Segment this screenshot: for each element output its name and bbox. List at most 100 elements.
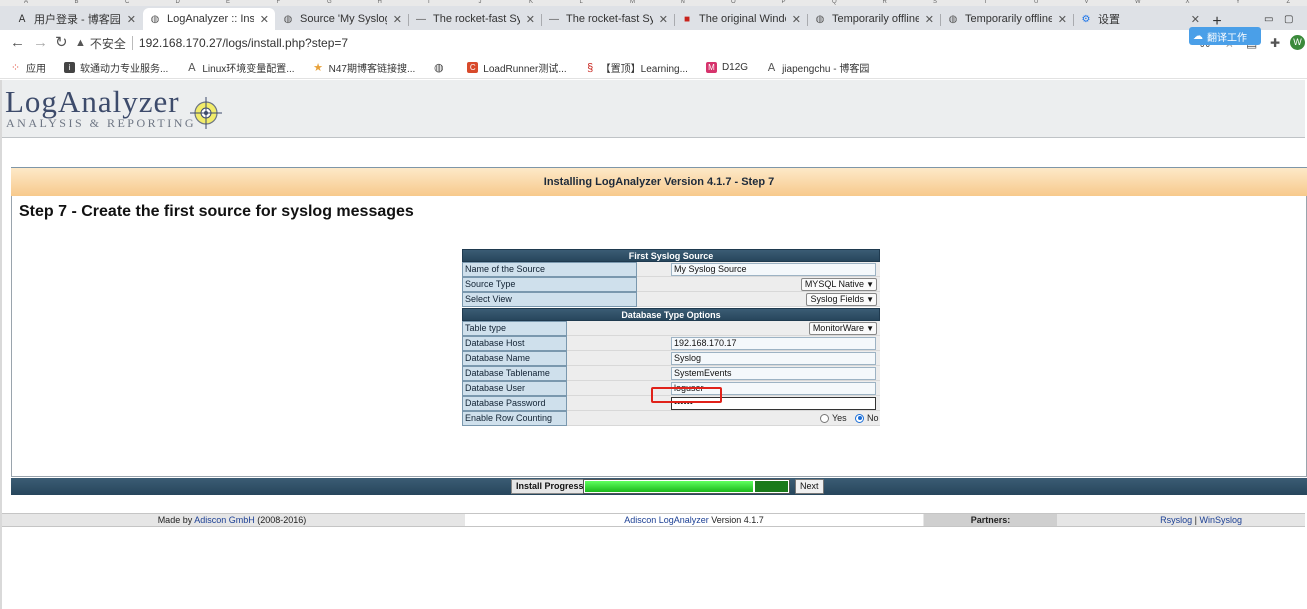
install-progress-bar: Install Progress: Next: [11, 478, 1307, 495]
text-field[interactable]: SystemEvents: [671, 367, 876, 380]
star-icon: ★: [313, 62, 324, 74]
close-icon[interactable]: ✕: [260, 13, 269, 26]
column-letter: K: [529, 0, 534, 5]
url-text: 192.168.170.27/logs/install.php?step=7: [138, 36, 349, 50]
minimize-icon[interactable]: ▭: [1264, 14, 1273, 25]
tab-title: The original Windows: [699, 13, 786, 25]
extensions-puzzle-icon[interactable]: ✚: [1270, 36, 1280, 50]
adiscon-link[interactable]: Adiscon GmbH: [194, 515, 255, 525]
bookmark-item[interactable]: C LoadRunner测试...: [467, 60, 567, 75]
forward-button[interactable]: →: [33, 35, 48, 51]
browser-tab[interactable]: — The rocket-fast Syslog ✕: [542, 8, 674, 30]
column-letter: Q: [832, 0, 837, 5]
browser-tab[interactable]: ◍ Temporarily offline fo ✕: [808, 8, 940, 30]
form-row: Source Type MYSQL Native ▼: [462, 277, 880, 292]
close-icon[interactable]: ✕: [659, 13, 668, 26]
progress-remaining: [755, 481, 788, 492]
apps-grid-icon: ⁘: [10, 62, 21, 74]
bookmark-item[interactable]: ꓮ Linux环境变量配置...: [186, 60, 295, 75]
browser-tab[interactable]: ◍ Temporarily offline fo ✕: [941, 8, 1073, 30]
text-field[interactable]: 192.168.170.17: [671, 337, 876, 350]
tab-title: 用户登录 - 博客园: [34, 14, 121, 26]
browser-tab[interactable]: — The rocket-fast Syslog ✕: [409, 8, 541, 30]
profile-avatar[interactable]: W: [1290, 35, 1305, 50]
column-letter: E: [226, 0, 231, 5]
reload-button[interactable]: ↻: [55, 35, 68, 51]
column-letter: J: [478, 0, 482, 5]
radio-circle-icon: [820, 413, 829, 423]
column-letter: I: [428, 0, 430, 5]
column-letter: D: [175, 0, 180, 5]
column-letter: X: [1185, 0, 1190, 5]
field-label: Enable Row Counting: [462, 411, 567, 426]
install-title-bar: Installing LogAnalyzer Version 4.1.7 - S…: [11, 167, 1307, 196]
close-icon[interactable]: ✕: [1058, 13, 1067, 26]
select-dropdown[interactable]: MonitorWare ▼: [808, 322, 877, 335]
back-button[interactable]: ←: [10, 35, 25, 51]
tab-title: Temporarily offline fo: [832, 13, 919, 25]
form-row: Database Name Syslog: [462, 351, 880, 366]
tab-title: The rocket-fast Syslog: [566, 13, 653, 25]
next-button[interactable]: Next: [795, 479, 824, 494]
swirl-icon: §: [587, 61, 594, 74]
bookmark-item[interactable]: § 【置顶】Learning...: [585, 60, 688, 76]
bookmark-item[interactable]: M D12G: [705, 62, 749, 73]
radio-label: Yes: [832, 413, 847, 423]
gear-icon: ⚙: [1081, 13, 1091, 25]
bookmark-item[interactable]: i 软通动力专业服务...: [64, 60, 168, 75]
radio-circle-icon: [855, 413, 864, 423]
progress-fill: [585, 481, 753, 492]
maximize-icon[interactable]: ▢: [1284, 14, 1293, 25]
red-highlight-box: [651, 387, 722, 403]
loganalyzer-link[interactable]: Adiscon LogAnalyzer: [624, 515, 709, 525]
winsyslog-link[interactable]: WinSyslog: [1199, 515, 1242, 525]
browser-tab[interactable]: ■ The original Windows ✕: [675, 8, 807, 30]
tab-title: The rocket-fast Syslog: [433, 13, 520, 25]
close-icon[interactable]: ✕: [792, 13, 801, 26]
m-icon: M: [705, 62, 717, 73]
progress-track: [583, 479, 790, 494]
globe-icon: ◍: [815, 13, 825, 25]
bookmark-label: D12G: [721, 62, 749, 73]
bookmark-item[interactable]: ⁘ 应用: [10, 60, 46, 75]
close-icon[interactable]: ✕: [393, 13, 402, 26]
form-row: Database Host 192.168.170.17: [462, 336, 880, 351]
column-letter: H: [377, 0, 382, 5]
browser-tab[interactable]: ⚙ 设置 ✕: [1074, 8, 1206, 30]
column-letter: G: [327, 0, 332, 5]
bookmark-item[interactable]: ◍: [433, 62, 449, 74]
select-dropdown[interactable]: MYSQL Native ▼: [800, 278, 877, 291]
field-label: Database Tablename: [462, 366, 567, 381]
radio-no[interactable]: No: [855, 413, 879, 423]
product-version: Version 4.1.7: [708, 515, 764, 525]
column-letter: T: [983, 0, 988, 5]
column-letter: P: [781, 0, 786, 5]
text-field[interactable]: My Syslog Source: [671, 263, 876, 276]
bookmark-item[interactable]: ꓮ jiapengchu - 博客园: [766, 60, 870, 75]
select-value: MonitorWare: [812, 323, 864, 333]
cloud-icon: ☁: [1193, 30, 1203, 42]
browser-tab[interactable]: ꓮ 用户登录 - 博客园 ✕: [10, 8, 142, 30]
column-letter: B: [74, 0, 79, 5]
radio-yes[interactable]: Yes: [820, 413, 847, 423]
browser-tab[interactable]: ◍ LogAnalyzer :: Installe ✕: [143, 8, 275, 30]
text-field[interactable]: Syslog: [671, 352, 876, 365]
url-separator: [131, 36, 133, 50]
select-dropdown[interactable]: Syslog Fields ▼: [806, 293, 877, 306]
globe-icon: ◍: [150, 13, 160, 25]
close-icon[interactable]: ✕: [526, 13, 535, 26]
radio-label: No: [867, 413, 879, 423]
close-icon[interactable]: ✕: [127, 13, 136, 26]
close-icon[interactable]: ✕: [1191, 13, 1200, 26]
crosshair-target-icon: [190, 97, 222, 129]
rsyslog-link[interactable]: Rsyslog: [1160, 515, 1192, 525]
url-box[interactable]: ▲ 不安全 192.168.170.27/logs/install.php?st…: [75, 32, 1180, 54]
bookmark-label: N47期博客链接搜...: [328, 64, 416, 75]
form-row: Database Tablename SystemEvents: [462, 366, 880, 381]
browser-tab[interactable]: ◍ Source 'My Syslog So ✕: [276, 8, 408, 30]
document-icon: ꓮ: [767, 62, 776, 74]
document-icon: ꓮ: [188, 62, 196, 74]
bookmark-item[interactable]: ★ N47期博客链接搜...: [313, 60, 416, 75]
translate-extension-badge[interactable]: ☁ 翻译工作: [1189, 27, 1261, 45]
close-icon[interactable]: ✕: [925, 13, 934, 26]
